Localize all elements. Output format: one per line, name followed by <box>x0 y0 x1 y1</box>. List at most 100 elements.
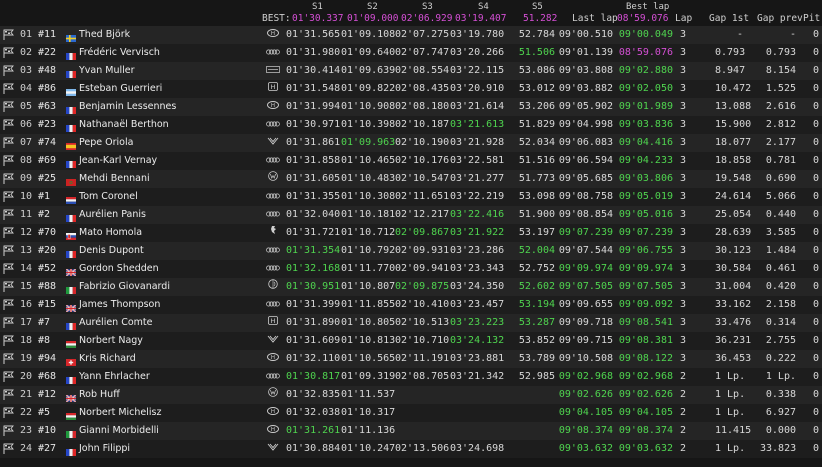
country-flag-icon <box>66 49 76 60</box>
pit-cell: 0 <box>812 155 819 166</box>
position-cell: 21 <box>20 389 33 400</box>
s1-cell: 01'31.890 <box>286 317 341 328</box>
country-flag-icon <box>66 283 76 294</box>
s2-cell: 01'10.181 <box>341 209 396 220</box>
table-row[interactable]: 10 #1 Tom Coronel 01'31.355 01'10.308 02'11.6… <box>0 188 822 206</box>
svg-text:H: H <box>271 103 275 109</box>
s2-cell: 01'11.770 <box>341 263 396 274</box>
table-row[interactable]: 08 #69 Jean-Karl Vernay 01'31.858 01'10.465 0… <box>0 152 822 170</box>
manufacturer-logo-icon <box>265 170 281 188</box>
s1-cell: 01'31.548 <box>286 83 341 94</box>
driver-name-cell: Frédéric Vervisch <box>79 47 160 58</box>
lap-cell: 3 <box>679 191 687 202</box>
table-row[interactable]: 24 #27 John Filippi 01'30.884 01'10.247 02'13… <box>0 440 822 458</box>
best-cell: 09'07.239 <box>618 227 673 238</box>
table-row[interactable]: 22 #5 Norbert Michelisz H 01'32.038 01'10.317… <box>0 404 822 422</box>
flag-icon <box>3 98 15 116</box>
driver-name-cell: Kris Richard <box>79 353 136 364</box>
s2-cell: 01'09.319 <box>341 371 396 382</box>
table-row[interactable]: 05 #63 Benjamin Lessennes H 01'31.994 01'10.9… <box>0 98 822 116</box>
header-s5: S5 <box>532 2 543 12</box>
table-row[interactable]: 01 #11 Thed Björk H 01'31.565 01'09.108 02'07.… <box>0 26 822 44</box>
gap1-cell: 1 Lp. <box>715 443 746 454</box>
gap1-cell: 1 Lp. <box>715 407 746 418</box>
gapp-cell: 3.585 <box>765 227 796 238</box>
gap1-cell: 19.548 <box>715 173 752 184</box>
car-number-cell: #74 <box>38 137 57 148</box>
position-cell: 06 <box>20 119 33 130</box>
car-number-cell: #52 <box>38 263 57 274</box>
table-row[interactable]: 06 #23 Nathanaël Berthon 01'30.971 01'10.398… <box>0 116 822 134</box>
lap-cell: 3 <box>679 29 687 40</box>
best-cell: 09'02.626 <box>618 389 673 400</box>
country-flag-icon <box>65 265 77 277</box>
lap-cell: 2 <box>679 425 687 436</box>
flag-icon <box>3 386 15 404</box>
best-cell: 09'03.632 <box>618 443 673 454</box>
s3-cell: 02'09.931 <box>395 245 450 256</box>
pit-cell: 0 <box>812 65 819 76</box>
country-flag-icon <box>66 67 76 78</box>
country-flag-icon <box>66 157 76 168</box>
s2-cell: 01'10.317 <box>341 407 396 418</box>
pit-cell: 0 <box>812 173 819 184</box>
last-cell: 09'03.632 <box>558 443 613 454</box>
svg-text:H: H <box>271 317 276 325</box>
s4-cell: 03'22.581 <box>450 155 505 166</box>
s3-cell: 02'11.651 <box>395 191 450 202</box>
s5-cell: 53.012 <box>518 83 555 94</box>
table-row[interactable]: 18 #8 Norbert Nagy 01'31.609 01'10.813 02'10.… <box>0 332 822 350</box>
s1-cell: 01'31.565 <box>286 29 341 40</box>
table-row[interactable]: 07 #74 Pepe Oriola 01'31.861 01'09.963 02'10.… <box>0 134 822 152</box>
last-cell: 09'00.510 <box>558 29 613 40</box>
manufacturer-logo-icon: H <box>265 26 281 44</box>
table-row[interactable]: 09 #25 Mehdi Bennani 01'31.605 01'10.483 02'1… <box>0 170 822 188</box>
gapp-cell: 0.000 <box>765 425 796 436</box>
s5-cell: 52.004 <box>518 245 555 256</box>
s2-cell: 01'11.855 <box>341 299 396 310</box>
lap-cell: 3 <box>679 281 687 292</box>
position-cell: 02 <box>20 47 33 58</box>
table-row[interactable]: 15 #88 Fabrizio Giovanardi 01'30.951 01'10.8… <box>0 278 822 296</box>
s3-cell: 02'10.547 <box>395 173 450 184</box>
table-row[interactable]: 14 #52 Gordon Shedden 01'32.168 01'11.770 02'… <box>0 260 822 278</box>
table-row[interactable]: 19 #94 Kris Richard H 01'32.110 01'10.565 02'1… <box>0 350 822 368</box>
table-row[interactable]: 21 #12 Rob Huff 01'32.835 01'11.537 09'02.626… <box>0 386 822 404</box>
table-row[interactable]: 11 #2 Aurélien Panis 01'32.040 01'10.181 02'1… <box>0 206 822 224</box>
car-number-cell: #25 <box>38 173 57 184</box>
header-pit: Pit <box>803 13 821 24</box>
table-row[interactable]: 20 #68 Yann Ehrlacher 01'30.817 01'09.319 02'… <box>0 368 822 386</box>
flag-icon <box>3 206 15 224</box>
table-row[interactable]: 03 #48 Yvan Muller 01'30.414 01'09.639 02'08.… <box>0 62 822 80</box>
car-number-cell: #22 <box>38 47 57 58</box>
driver-name-cell: Gianni Morbidelli <box>79 425 159 436</box>
table-row[interactable]: 13 #20 Denis Dupont 01'31.354 01'10.792 02'09… <box>0 242 822 260</box>
table-row[interactable]: 04 #86 Esteban Guerrieri H 01'31.548 01'09.82… <box>0 80 822 98</box>
table-row[interactable]: 17 #7 Aurélien Comte H 01'31.890 01'10.805 02'… <box>0 314 822 332</box>
country-flag-icon <box>66 427 76 438</box>
gap1-cell: 18.858 <box>715 155 752 166</box>
flag-icon <box>3 116 15 134</box>
lap-cell: 3 <box>679 263 687 274</box>
last-cell: 09'03.882 <box>558 83 613 94</box>
flag-icon <box>3 440 15 458</box>
position-cell: 12 <box>20 227 33 238</box>
s1-cell: 01'31.261 <box>286 425 341 436</box>
car-number-cell: #2 <box>38 209 51 220</box>
gapp-cell: 2.158 <box>765 299 796 310</box>
table-row[interactable]: 02 #22 Frédéric Vervisch 01'31.980 01'09.640… <box>0 44 822 62</box>
s1-cell: 01'31.609 <box>286 335 341 346</box>
s3-cell: 02'10.176 <box>395 155 450 166</box>
table-row[interactable]: 16 #15 James Thompson 01'31.399 01'11.855 02'… <box>0 296 822 314</box>
car-number-cell: #94 <box>38 353 57 364</box>
car-number-cell: #20 <box>38 245 57 256</box>
driver-name-cell: John Filippi <box>79 443 131 454</box>
table-row[interactable]: 12 #70 Mato Homola 01'31.721 01'10.712 02'09.… <box>0 224 822 242</box>
s2-cell: 01'10.565 <box>341 353 396 364</box>
best-s4: 03'19.407 <box>455 13 507 24</box>
s3-cell: 02'08.705 <box>395 371 450 382</box>
car-number-cell: #86 <box>38 83 57 94</box>
table-row[interactable]: 23 #10 Gianni Morbidelli H 01'31.261 01'11.13… <box>0 422 822 440</box>
s5-cell: 52.985 <box>518 371 555 382</box>
s2-cell: 01'10.483 <box>341 173 396 184</box>
